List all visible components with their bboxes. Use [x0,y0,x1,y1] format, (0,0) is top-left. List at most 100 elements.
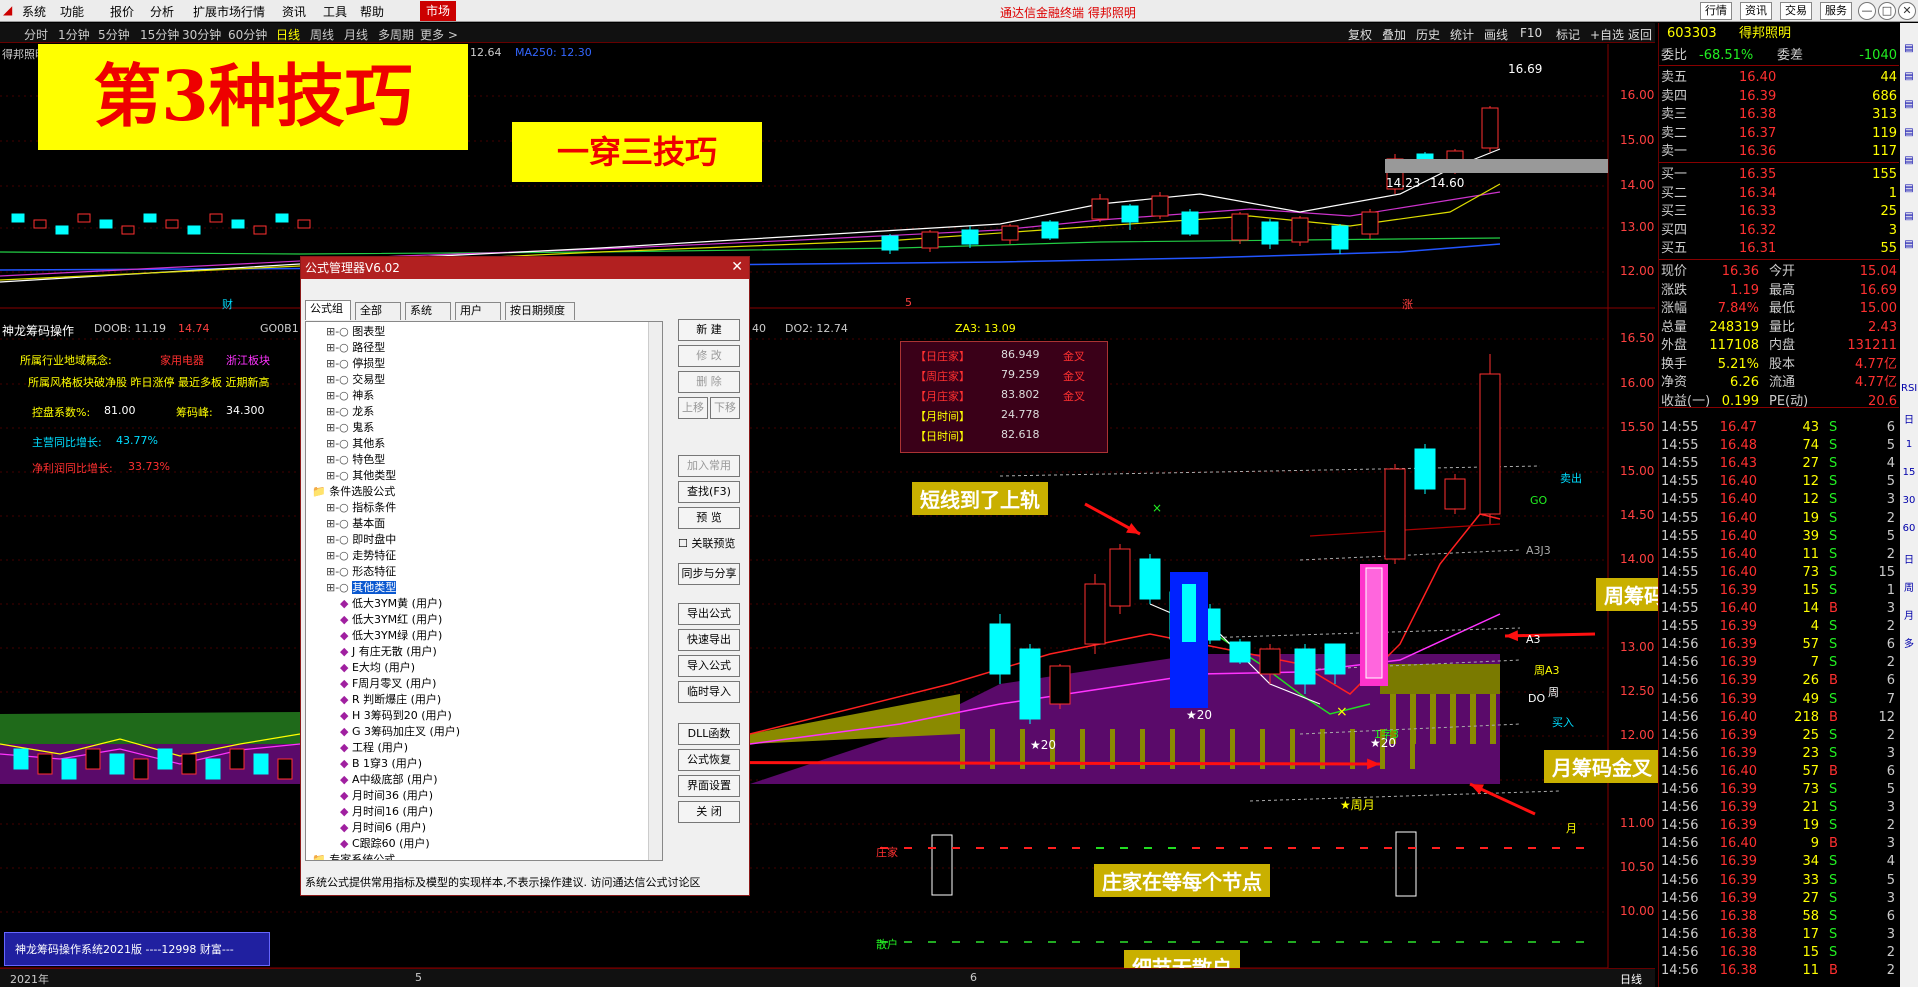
dialog-button-14[interactable]: 关 闭 [678,801,740,823]
dialog-button-11[interactable]: DLL函数 [678,723,740,745]
tree-item[interactable]: ⊞-○ 指标条件 [326,500,396,516]
sidebar-icon[interactable]: ▤ [1901,211,1917,222]
menu-item-3[interactable]: 分析 [150,3,174,20]
tree-item[interactable]: ⊞-○ 走势特征 [326,548,396,564]
tree-item[interactable]: 📁 条件选股公式 [312,484,395,500]
dialog-button-4[interactable]: 查找(F3) [678,481,740,503]
sidebar-item-4[interactable]: 30 [1901,495,1917,506]
menu-item-market[interactable]: 市场 [420,1,457,21]
tree-item[interactable]: ◆ F周月零叉 (用户) [340,676,436,692]
tree-item[interactable]: ⊞-○ 路径型 [326,340,385,356]
tree-item[interactable]: ◆ 低大3YM黄 (用户) [340,596,442,612]
tree-item[interactable]: ◆ 月时间36 (用户) [340,788,433,804]
move-down-button[interactable]: 下移 [710,397,740,419]
sidebar-icon[interactable]: ▤ [1901,99,1917,110]
top-button-1[interactable]: 资讯 [1740,2,1772,20]
menu-item-1[interactable]: 功能 [60,3,84,20]
tree-item[interactable]: ⊞-○ 其他类型 [326,468,396,484]
tree-item[interactable]: ◆ E大均 (用户) [340,660,415,676]
dialog-button-10[interactable]: 临时导入 [678,681,740,703]
tree-item[interactable]: ◆ A中级底部 (用户) [340,772,438,788]
sidebar-icon[interactable]: ▤ [1901,127,1917,138]
tree-item[interactable]: ◆ G 3筹码加庄叉 (用户) [340,724,460,740]
sidebar-item-5[interactable]: 60 [1901,523,1917,534]
close-icon[interactable]: ✕ [731,259,743,275]
dialog-tab-2[interactable]: 系统 [405,302,451,320]
sidebar-item-0[interactable]: RSI [1901,383,1917,394]
menu-item-4[interactable]: 扩展市场行情 [193,3,265,20]
top-button-3[interactable]: 服务 [1820,2,1852,20]
tool-2[interactable]: 历史 [1416,26,1440,43]
chart-area[interactable]: ×× [0,44,1655,987]
sidebar-item-7[interactable]: 周 [1901,579,1917,594]
tree-item[interactable]: ⊞-○ 鬼系 [326,420,374,436]
sidebar-icon[interactable]: ▤ [1901,239,1917,250]
tree-item[interactable]: ⊞-○ 其他系 [326,436,385,452]
tool-8[interactable]: 返回 [1628,26,1652,43]
tree-item[interactable]: ◆ 工程 (用户) [340,740,408,756]
sidebar-icon[interactable]: ▤ [1901,155,1917,166]
tool-1[interactable]: 叠加 [1382,26,1406,43]
dayline-tab[interactable]: 日线 [1620,971,1642,987]
sidebar-item-6[interactable]: 日 [1901,551,1917,566]
sidebar-item-3[interactable]: 15 [1901,467,1917,478]
dialog-button-1[interactable]: 修 改 [678,345,740,367]
period-3[interactable]: 15分钟 [140,26,179,43]
menu-item-6[interactable]: 工具 [323,3,347,20]
dialog-button-9[interactable]: 导入公式 [678,655,740,677]
period-7[interactable]: 周线 [310,26,334,43]
tree-item[interactable]: ◆ 低大3YM绿 (用户) [340,628,442,644]
sidebar-item-2[interactable]: 1 [1901,439,1917,450]
tree-item[interactable]: ◆ H 3筹码到20 (用户) [340,708,452,724]
tool-5[interactable]: F10 [1520,26,1542,40]
maximize-icon[interactable]: □ [1878,2,1896,20]
tree-item[interactable]: ⊞-○ 即时盘中 [326,532,396,548]
sidebar-icon[interactable]: ▤ [1901,43,1917,54]
sidebar-icon[interactable]: ▤ [1901,183,1917,194]
tree-item[interactable]: ◆ 低大3YM红 (用户) [340,612,442,628]
tree-item[interactable]: ◆ R 判断爆庄 (用户) [340,692,441,708]
tree-scrollbar[interactable] [648,322,662,860]
sidebar-icon[interactable]: ▤ [1901,71,1917,82]
period-4[interactable]: 30分钟 [182,26,221,43]
period-8[interactable]: 月线 [344,26,368,43]
menu-item-7[interactable]: 帮助 [360,3,384,20]
tree-item[interactable]: ⊞-○ 图表型 [326,324,385,340]
menu-item-5[interactable]: 资讯 [282,3,306,20]
period-0[interactable]: 分时 [24,26,48,43]
tree-item[interactable]: ⊞-○ 龙系 [326,404,374,420]
tree-item[interactable]: ⊞-○ 停损型 [326,356,385,372]
sidebar-item-8[interactable]: 月 [1901,607,1917,622]
dialog-button-12[interactable]: 公式恢复 [678,749,740,771]
dialog-button-3[interactable]: 加入常用 [678,455,740,477]
tree-item[interactable]: ⊞-○ 形态特征 [326,564,396,580]
period-10[interactable]: 更多 > [420,26,458,43]
sidebar-item-9[interactable]: 多 [1901,635,1917,650]
tool-4[interactable]: 画线 [1484,26,1508,43]
preview-checkbox[interactable]: ☐ 关联预览 [678,535,735,551]
dialog-tab-1[interactable]: 全部 [355,302,401,320]
dialog-button-8[interactable]: 快速导出 [678,629,740,651]
period-9[interactable]: 多周期 [378,26,414,43]
minimize-icon[interactable]: — [1858,2,1876,20]
period-2[interactable]: 5分钟 [98,26,130,43]
menu-item-2[interactable]: 报价 [110,3,134,20]
formula-tree[interactable]: ⊞-○ 图表型 ⊞-○ 路径型 ⊞-○ 停损型 ⊞-○ 交易型 ⊞-○ 神系 ⊞-○ 龙系… [305,321,663,861]
top-button-2[interactable]: 交易 [1780,2,1812,20]
dialog-button-0[interactable]: 新 建 [678,319,740,341]
tool-6[interactable]: 标记 [1556,26,1580,43]
menu-item-0[interactable]: 系统 [22,3,46,20]
tree-item[interactable]: ◆ 月时间6 (用户) [340,820,426,836]
dialog-tab-4[interactable]: 按日期频度 [505,302,575,320]
tree-item[interactable]: ◆ J 有庄无散 (用户) [340,644,437,660]
dialog-button-2[interactable]: 删 除 [678,371,740,393]
dialog-tab-0[interactable]: 公式组 [305,300,351,320]
tree-item[interactable]: ⊞-○ 基本面 [326,516,385,532]
tool-0[interactable]: 复权 [1348,26,1372,43]
tree-item[interactable]: 📁 专家系统公式 [312,852,395,860]
top-button-0[interactable]: 行情 [1700,2,1732,20]
period-5[interactable]: 60分钟 [228,26,267,43]
period-6[interactable]: 日线 [276,26,300,43]
tree-item[interactable]: ⊞-○ 其他类型 [326,580,397,596]
tool-3[interactable]: 统计 [1450,26,1474,43]
